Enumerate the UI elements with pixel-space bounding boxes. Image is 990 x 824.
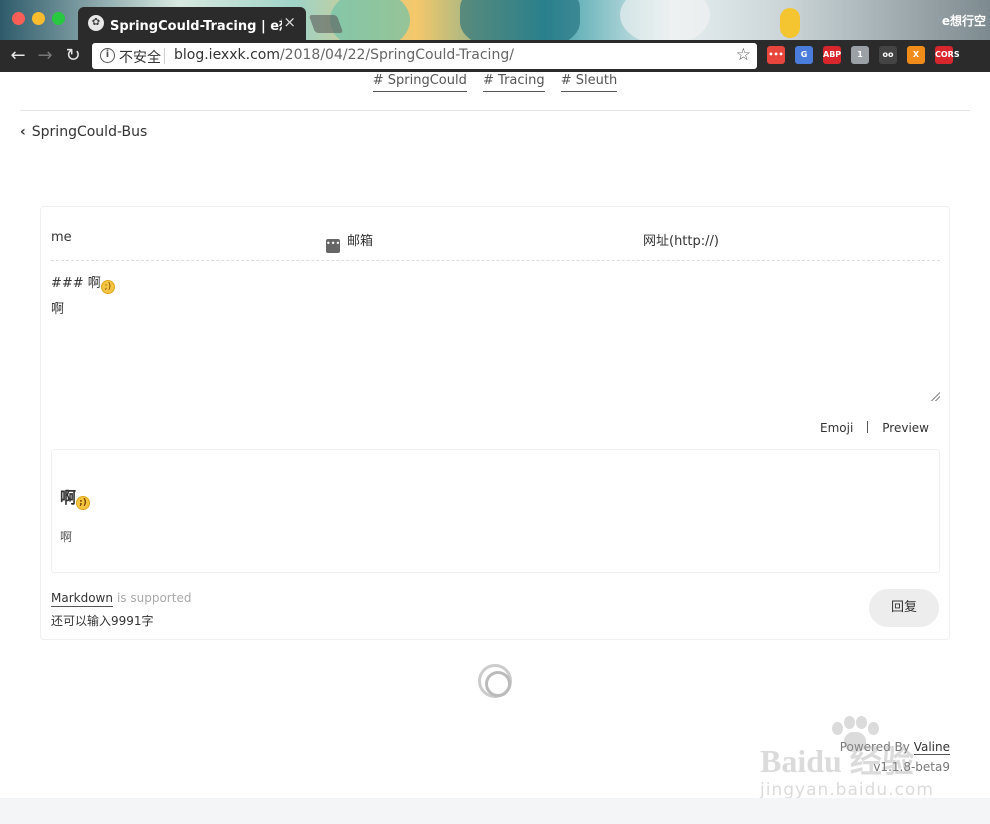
browser-toolbar: ← → ↻ i 不安全 blog.iexxk.com/2018/04/22/Sp… [0,40,990,72]
divider [20,110,970,111]
tag-springcould[interactable]: # SpringCould [372,72,467,92]
baidu-jingyan-watermark: Baidu 经验 jingyan.baidu.com [760,716,950,802]
watermark-logo: Baidu 经验 [760,743,914,779]
back-arrow-icon[interactable]: ← [6,44,30,68]
url-path: /2018/04/22/SpringCould-Tracing/ [279,47,514,63]
window-zoom-button[interactable] [52,12,65,25]
ext-red-icon[interactable]: ••• [767,46,785,64]
chevron-left-icon: ‹ [20,124,26,140]
bookmark-star-icon[interactable]: ☆ [736,45,751,65]
profile-name[interactable]: e想行空 [942,12,986,29]
tab-close-icon[interactable]: × [283,13,296,31]
wink-emoji-icon: ;) [76,496,91,510]
forward-arrow-icon[interactable]: → [33,44,57,68]
url-domain: blog.iexxk.com [174,47,280,63]
page-bottom-bar [0,798,990,824]
url-text[interactable]: blog.iexxk.com/2018/04/22/SpringCould-Tr… [174,47,514,63]
loading-spinner-icon [478,664,512,698]
address-bar[interactable]: i 不安全 blog.iexxk.com/2018/04/22/SpringCo… [92,43,757,69]
form-footer-info: Markdown is supported 还可以输入9991字 [51,591,191,629]
markdown-supported-text: is supported [116,591,192,605]
ext-badge-icon[interactable]: 1 [851,46,869,64]
nick-field[interactable]: me [51,230,72,245]
preview-button[interactable]: Preview [882,421,929,435]
ext-orange-icon[interactable]: X [907,46,925,64]
markdown-link[interactable]: Markdown [51,591,113,607]
preview-body: 啊 [60,530,73,544]
browser-titlebar: ✿ SpringCould-Tracing | e想行空 × e想行空 [0,0,990,40]
browser-tab-active[interactable]: ✿ SpringCould-Tracing | e想行空 × [78,7,306,40]
site-favicon-icon: ✿ [88,15,104,31]
prev-post-title: SpringCould-Bus [31,124,148,140]
reload-icon[interactable]: ↻ [61,44,85,68]
char-count: 还可以输入9991字 [51,614,154,628]
comment-textarea[interactable]: ### 啊;) 啊 [51,271,940,401]
watermark-url: jingyan.baidu.com [760,780,934,800]
keyboard-icon: ••• [326,239,340,253]
security-label[interactable]: 不安全 [119,47,161,67]
tag-tracing[interactable]: # Tracing [483,72,545,92]
comment-form: me ••• 邮箱 网址(http://) ### 啊;) 啊 Emoji Prev… [40,206,950,640]
window-close-button[interactable] [12,12,25,25]
info-icon[interactable]: i [100,48,115,63]
comment-preview: 啊;) 啊 [51,449,940,573]
wink-emoji-icon: ;) [100,280,115,294]
google-translate-icon[interactable]: G [795,46,813,64]
cors-icon[interactable]: CORS [935,46,960,64]
editor-line-1: ### 啊 [51,276,101,291]
ext-glasses-icon[interactable]: oo [879,46,897,64]
tab-title: SpringCould-Tracing | e想行空 [110,19,282,34]
website-field[interactable]: 网址(http://) [643,230,719,249]
email-placeholder: 邮箱 [347,234,374,249]
editor-line-2: 啊 [51,302,65,317]
comment-form-header: me ••• 邮箱 网址(http://) [51,207,940,261]
post-tags: # SpringCould # Tracing # Sleuth [0,72,990,96]
email-field[interactable]: ••• 邮箱 [326,230,373,253]
tag-sleuth[interactable]: # Sleuth [560,72,618,92]
emoji-button[interactable]: Emoji [820,421,853,435]
resize-handle[interactable] [930,391,940,401]
prev-post-link[interactable]: ‹ SpringCould-Bus [20,124,147,140]
reply-button[interactable]: 回复 [869,589,939,627]
adblock-plus-icon[interactable]: ABP [823,46,841,64]
window-minimize-button[interactable] [32,12,45,25]
editor-controls: Emoji Preview [820,421,929,435]
preview-heading: 啊;) [60,484,91,510]
